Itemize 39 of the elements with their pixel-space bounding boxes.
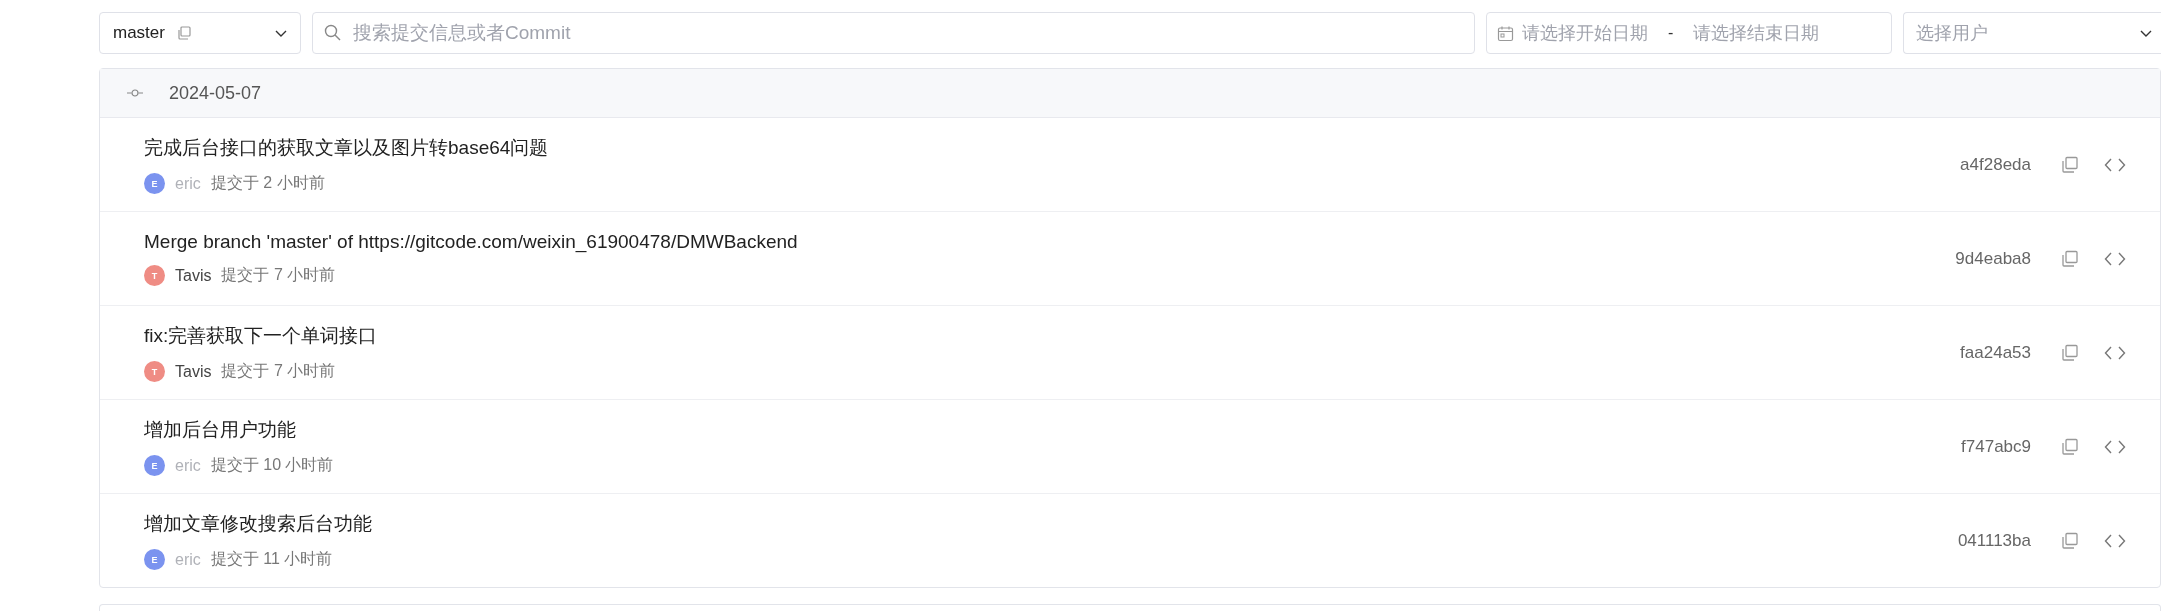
- commit-hash[interactable]: f747abc9: [1891, 436, 2031, 457]
- commit-hash[interactable]: 9d4eaba8: [1891, 248, 2031, 269]
- commit-message[interactable]: Merge branch 'master' of https://gitcode.com/weixin_61900478/DMWBackend: [144, 231, 1891, 253]
- commit-date: 2024-05-07: [169, 82, 262, 104]
- commit-hash[interactable]: faa24a53: [1891, 342, 2031, 363]
- copy-icon[interactable]: [2061, 437, 2079, 456]
- commit-time: 提交于 7 小时前: [221, 361, 336, 381]
- copy-icon[interactable]: [2061, 531, 2079, 550]
- code-icon[interactable]: [2104, 532, 2126, 549]
- commit-hash[interactable]: 041113ba: [1891, 530, 2031, 551]
- commit-time: 提交于 7 小时前: [221, 265, 336, 285]
- commit-message[interactable]: 增加后台用户功能: [144, 417, 1891, 443]
- author-avatar: E: [144, 549, 165, 570]
- commit-message[interactable]: 完成后台接口的获取文章以及图片转base64问题: [144, 135, 1891, 161]
- author-name[interactable]: Tavis: [175, 362, 212, 381]
- code-icon[interactable]: [2104, 344, 2126, 361]
- author-avatar: T: [144, 265, 165, 286]
- copy-icon[interactable]: [2061, 343, 2079, 362]
- code-icon[interactable]: [2104, 156, 2126, 173]
- copy-icon[interactable]: [176, 26, 191, 40]
- commit-time: 提交于 2 小时前: [210, 173, 325, 193]
- commit-message[interactable]: fix:完善获取下一个单词接口: [144, 323, 1891, 349]
- commit-node-icon: [127, 89, 143, 97]
- commit-hash[interactable]: a4f28eda: [1891, 154, 2031, 175]
- code-icon[interactable]: [2104, 250, 2126, 267]
- copy-icon[interactable]: [2061, 249, 2079, 268]
- search-field[interactable]: 搜索提交信息或者Commit: [312, 12, 1475, 54]
- author-name[interactable]: Tavis: [175, 266, 212, 285]
- commit-time: 提交于 11 小时前: [210, 549, 333, 569]
- author-avatar: E: [144, 455, 165, 476]
- commit-message[interactable]: 增加文章修改搜索后台功能: [144, 511, 1891, 537]
- copy-icon[interactable]: [2061, 155, 2079, 174]
- code-icon[interactable]: [2104, 438, 2126, 455]
- date-separator: -: [1668, 24, 1674, 42]
- calendar-icon: [1497, 24, 1514, 42]
- author-avatar: E: [144, 173, 165, 194]
- branch-select[interactable]: master: [99, 12, 301, 54]
- commit-time: 提交于 10 小时前: [210, 455, 334, 475]
- author-avatar: T: [144, 361, 165, 382]
